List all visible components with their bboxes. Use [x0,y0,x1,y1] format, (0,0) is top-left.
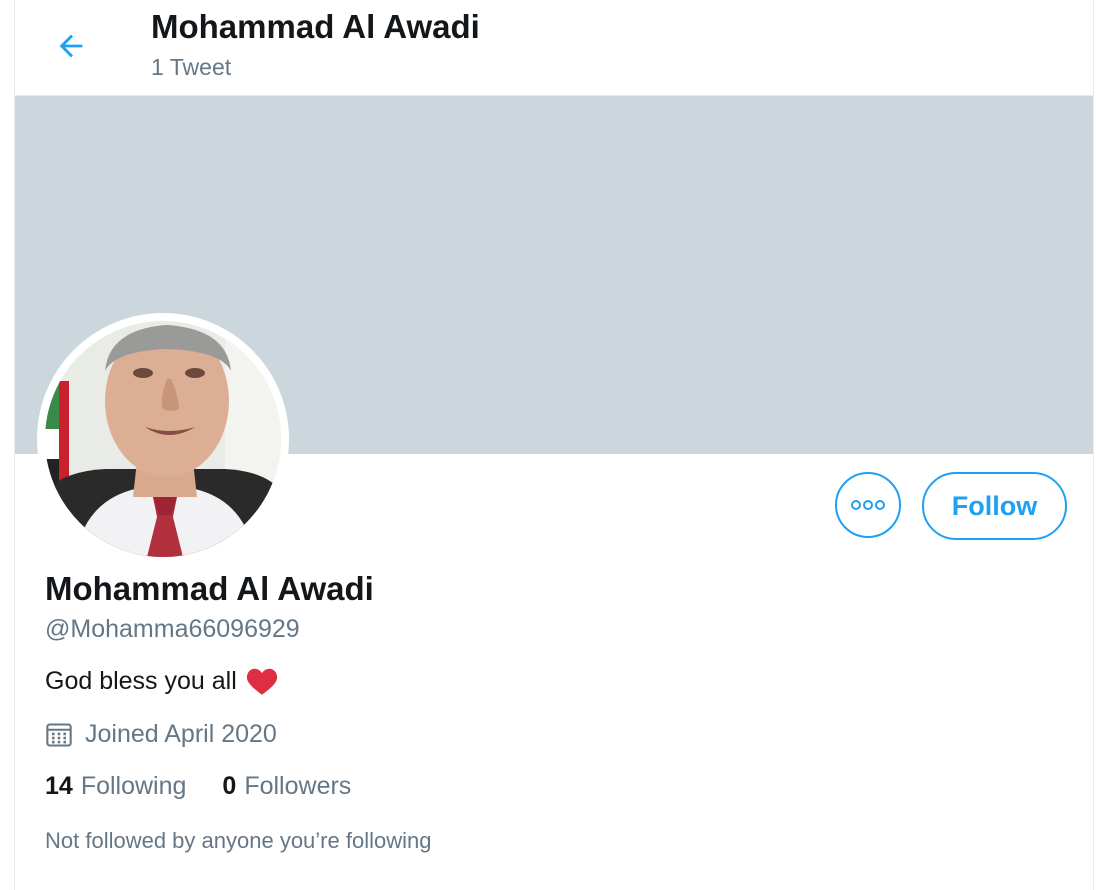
following-link[interactable]: 14 Following [45,772,186,801]
followers-count: 0 [222,772,237,800]
profile-column: Mohammad Al Awadi 1 Tweet Follow Mohamma… [14,0,1094,890]
mutual-followers-note: Not followed by anyone you’re following [45,828,432,853]
joined-date: Joined April 2020 [45,720,277,749]
more-options-button[interactable] [835,472,901,538]
profile-bio: God bless you all [45,666,279,696]
following-count: 14 [45,772,73,800]
follow-button[interactable]: Follow [922,472,1067,540]
profile-stats: 14 Following 0 Followers [45,772,387,801]
profile-header: Mohammad Al Awadi 1 Tweet [15,0,1093,96]
arrow-left-icon [54,29,88,63]
avatar-photo [45,321,281,557]
heart-icon [245,666,279,696]
avatar[interactable] [37,313,289,565]
tweet-count: 1 Tweet [151,54,232,80]
followers-link[interactable]: 0 Followers [222,772,351,801]
header-title: Mohammad Al Awadi [151,8,480,45]
joined-text: Joined April 2020 [85,720,277,748]
back-button[interactable] [49,24,93,68]
followers-label: Followers [244,772,352,800]
more-options-icon [850,499,886,511]
calendar-icon [45,721,73,749]
following-label: Following [80,772,187,800]
profile-name: Mohammad Al Awadi [45,570,374,607]
bio-text: God bless you all [45,666,237,695]
profile-handle: @Mohamma66096929 [45,615,300,643]
